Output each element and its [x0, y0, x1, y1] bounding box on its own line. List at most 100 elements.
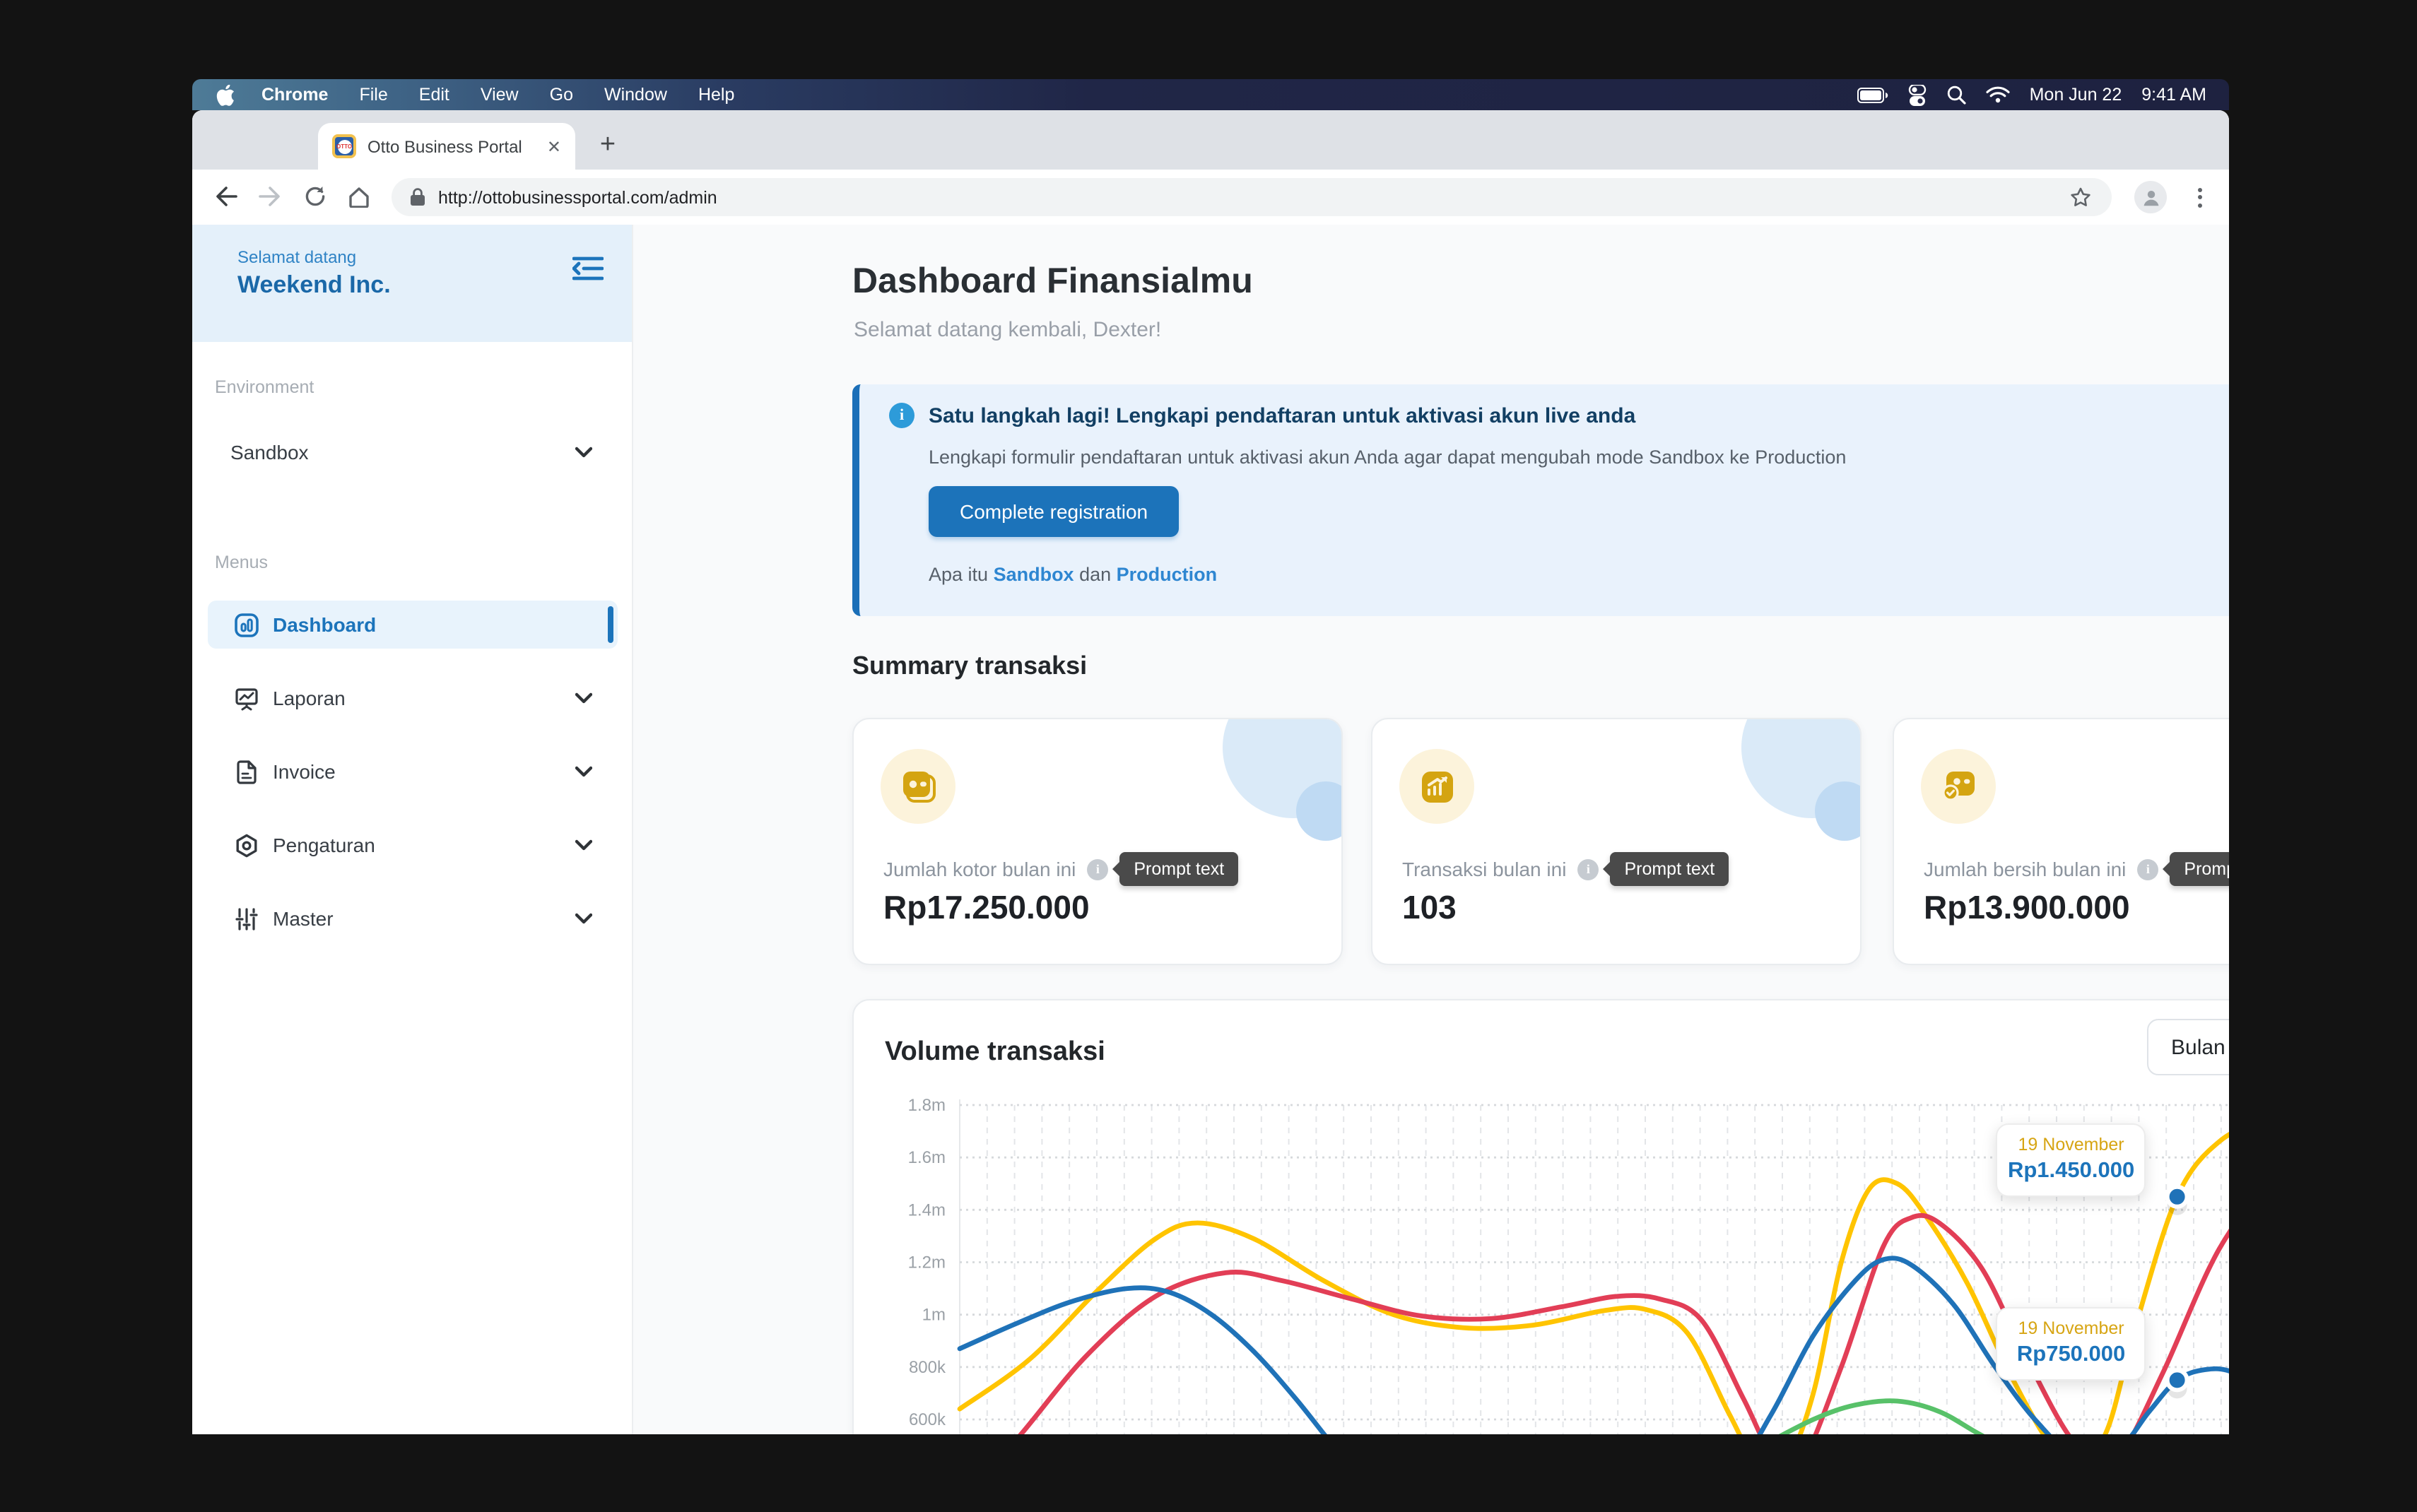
browser-profile-avatar[interactable] — [2134, 181, 2167, 213]
menubar-clock[interactable]: 9:41 AM — [2141, 85, 2206, 105]
sidebar-collapse-button[interactable] — [572, 256, 604, 281]
card-label: Jumlah kotor bulan ini — [883, 858, 1076, 880]
card-icon-badge — [1921, 749, 1996, 824]
page-content: Selamat datang Weekend Inc. Environment … — [192, 225, 2229, 1434]
chevron-down-icon — [575, 913, 592, 924]
line-chart: 1.8m1.6m1.4m1.2m1m800k600k 19 November R… — [854, 1000, 2229, 1434]
menubar-left: Chrome File Edit View Go Window Help — [192, 84, 750, 105]
sidebar-item-laporan[interactable]: Laporan — [208, 674, 618, 722]
svg-text:1m: 1m — [922, 1306, 946, 1325]
sidebar-item-pengaturan[interactable]: Pengaturan — [208, 821, 618, 869]
menubar-item-go[interactable]: Go — [534, 85, 589, 105]
card-label-row: Transaksi bulan ini i Prompt text — [1402, 852, 1729, 886]
menubar-date[interactable]: Mon Jun 22 — [2030, 85, 2122, 105]
address-bar[interactable]: http://ottobusinessportal.com/admin — [392, 178, 2112, 216]
card-label-row: Jumlah kotor bulan ini i Prompt text — [883, 852, 1238, 886]
complete-registration-button[interactable]: Complete registration — [929, 486, 1179, 537]
tab-close-icon[interactable]: ✕ — [547, 136, 561, 156]
apple-logo-icon — [216, 84, 235, 105]
site-favicon: OTTO — [332, 134, 356, 158]
wifi-icon[interactable] — [1986, 86, 2010, 103]
battery-icon[interactable] — [1857, 87, 1888, 102]
card-label: Jumlah bersih bulan ini — [1924, 858, 2126, 880]
svg-text:1.4m: 1.4m — [908, 1200, 946, 1219]
card-value: Rp13.900.000 — [1924, 889, 2130, 927]
summary-card-transactions: Transaksi bulan ini i Prompt text 103 — [1371, 718, 1862, 965]
footnote-text: dan — [1074, 564, 1117, 585]
page-subtitle: Selamat datang kembali, Dexter! — [854, 318, 1161, 342]
card-label-row: Jumlah bersih bulan ini i Prompt text — [1924, 852, 2229, 886]
chevron-down-icon — [575, 839, 592, 851]
menubar-item-help[interactable]: Help — [683, 85, 750, 105]
home-button[interactable] — [342, 179, 376, 213]
browser-toolbar: http://ottobusinessportal.com/admin — [192, 170, 2229, 226]
menubar-item-edit[interactable]: Edit — [404, 85, 465, 105]
card-value: 103 — [1402, 889, 1457, 927]
svg-text:1.8m: 1.8m — [908, 1096, 946, 1115]
sidebar-item-label: Invoice — [273, 760, 336, 783]
card-value: Rp17.250.000 — [883, 889, 1090, 927]
report-icon — [235, 686, 259, 710]
banner-title: Satu langkah lagi! Lengkapi pendaftaran … — [929, 404, 1635, 428]
active-indicator — [608, 606, 613, 643]
svg-text:1.2m: 1.2m — [908, 1253, 946, 1272]
menubar-item-chrome[interactable]: Chrome — [246, 85, 343, 105]
info-icon[interactable]: i — [2137, 858, 2158, 880]
tooltip-date: 19 November — [2004, 1135, 2139, 1154]
sidebar-header: Selamat datang Weekend Inc. — [192, 225, 632, 342]
main-area: Dashboard Finansialmu Selamat datang kem… — [633, 225, 2229, 1434]
spotlight-search-icon[interactable] — [1946, 85, 1966, 105]
chevron-down-icon — [575, 447, 592, 458]
sidebar-item-label: Laporan — [273, 687, 346, 709]
sidebar-item-label: Dashboard — [273, 613, 376, 636]
activation-banner: i Satu langkah lagi! Lengkapi pendaftara… — [852, 384, 2229, 616]
tooltip-arrow — [1112, 862, 1119, 876]
banner-footnote: Apa itu Sandbox dan Production — [929, 564, 1217, 585]
browser-tab[interactable]: OTTO Otto Business Portal ✕ — [318, 123, 575, 170]
tooltip-arrow — [1603, 862, 1610, 876]
sidebar-item-master[interactable]: Master — [208, 894, 618, 943]
collapse-menu-icon — [572, 256, 604, 281]
macos-menubar: Chrome File Edit View Go Window Help Mon… — [192, 79, 2229, 110]
bookmark-star-icon[interactable] — [2069, 186, 2092, 208]
sliders-icon — [235, 906, 259, 931]
sandbox-link[interactable]: Sandbox — [994, 564, 1074, 585]
tooltip-arrow — [2163, 862, 2170, 876]
control-center-icon[interactable] — [1908, 84, 1927, 105]
svg-text:600k: 600k — [909, 1410, 946, 1429]
info-icon[interactable]: i — [1577, 858, 1599, 880]
banner-body: Lengkapi formulir pendaftaran untuk akti… — [929, 447, 1846, 468]
welcome-label: Selamat datang — [237, 247, 356, 267]
prompt-tooltip: Prompt text — [1119, 852, 1238, 886]
wallet-icon — [900, 769, 936, 803]
sidebar-item-label: Master — [273, 907, 334, 930]
sidebar-item-dashboard[interactable]: Dashboard — [208, 601, 618, 649]
apple-menu-icon[interactable] — [216, 84, 246, 105]
url-text[interactable]: http://ottobusinessportal.com/admin — [438, 187, 717, 207]
info-icon[interactable]: i — [1087, 858, 1108, 880]
trending-up-icon — [1420, 769, 1454, 803]
menubar-item-window[interactable]: Window — [589, 85, 683, 105]
tooltip-date: 19 November — [2004, 1318, 2139, 1337]
back-button[interactable] — [209, 179, 243, 213]
screenshot-viewport: Chrome File Edit View Go Window Help Mon… — [0, 0, 2417, 1512]
card-icon-badge — [881, 749, 955, 824]
svg-text:800k: 800k — [909, 1358, 946, 1377]
environment-selector[interactable]: Sandbox — [208, 428, 618, 476]
dashboard-icon — [235, 613, 259, 637]
sidebar-item-invoice[interactable]: Invoice — [208, 748, 618, 796]
browser-menu-icon[interactable] — [2188, 181, 2211, 213]
forward-button[interactable] — [253, 179, 287, 213]
new-tab-button[interactable]: + — [588, 126, 628, 165]
sidebar: Selamat datang Weekend Inc. Environment … — [192, 225, 633, 1434]
menubar-item-view[interactable]: View — [465, 85, 534, 105]
card-label: Transaksi bulan ini — [1402, 858, 1566, 880]
summary-card-net: Jumlah bersih bulan ini i Prompt text Rp… — [1893, 718, 2229, 965]
chart-tooltip: 19 November Rp1.450.000 — [1996, 1123, 2146, 1197]
menubar-status-area: Mon Jun 22 9:41 AM — [1857, 84, 2229, 105]
chevron-down-icon — [575, 692, 592, 704]
production-link[interactable]: Production — [1117, 564, 1218, 585]
invoice-icon — [235, 760, 259, 784]
reload-button[interactable] — [298, 179, 332, 213]
menubar-item-file[interactable]: File — [343, 85, 403, 105]
